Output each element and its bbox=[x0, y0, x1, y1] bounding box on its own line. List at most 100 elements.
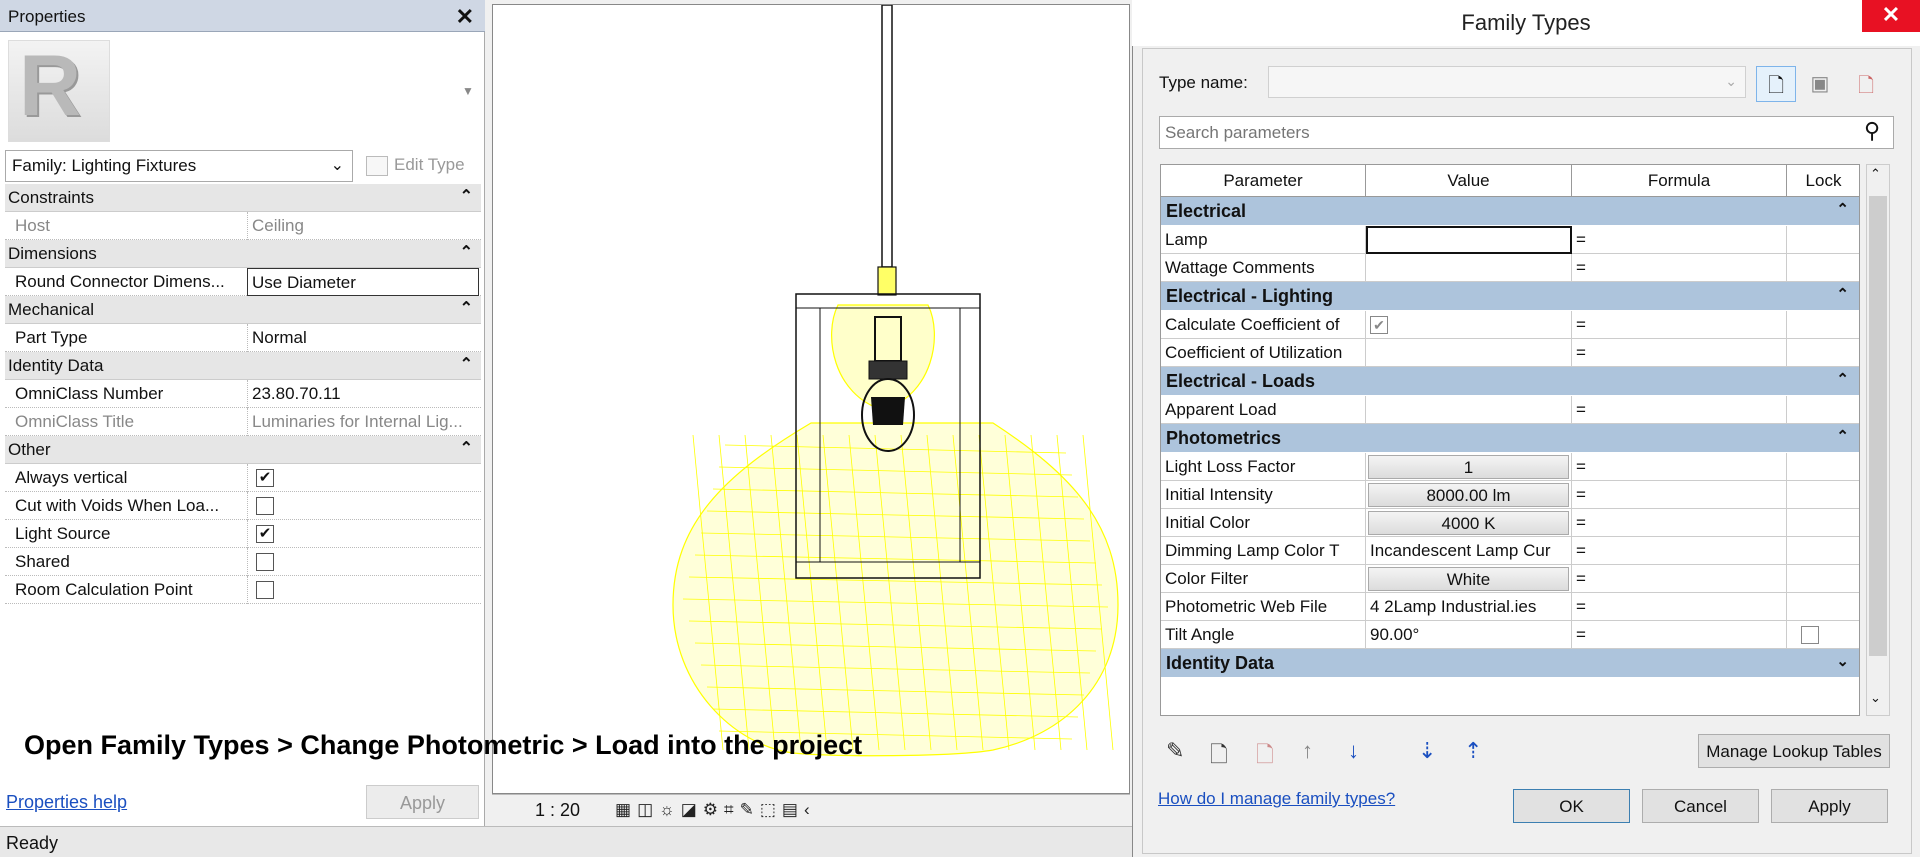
ok-button[interactable]: OK bbox=[1513, 789, 1630, 823]
parameter-lock[interactable] bbox=[1787, 593, 1859, 621]
lock-checkbox[interactable] bbox=[1801, 626, 1819, 644]
parameter-lock[interactable] bbox=[1787, 339, 1859, 367]
parameter-lock[interactable] bbox=[1787, 311, 1859, 339]
parameter-formula[interactable]: = bbox=[1572, 565, 1787, 593]
parameter-value[interactable]: ✔ bbox=[1366, 311, 1572, 339]
chevron-down-icon[interactable]: ▼ bbox=[462, 84, 474, 98]
parameter-value[interactable] bbox=[1366, 339, 1572, 367]
checkbox-unchecked[interactable] bbox=[256, 497, 274, 515]
scroll-down-icon[interactable]: ⌄ bbox=[1870, 690, 1881, 706]
cancel-button[interactable]: Cancel bbox=[1642, 789, 1759, 823]
manage-lookup-tables-button[interactable]: Manage Lookup Tables bbox=[1698, 734, 1890, 768]
parameter-lock[interactable] bbox=[1787, 621, 1859, 649]
sun-path-icon[interactable]: ☼ bbox=[659, 800, 681, 819]
dialog-close-icon[interactable]: ✕ bbox=[1862, 0, 1920, 32]
property-value[interactable]: Normal bbox=[247, 324, 479, 352]
parameter-lock[interactable] bbox=[1787, 453, 1859, 481]
parameter-value[interactable]: 4000 K bbox=[1366, 509, 1572, 537]
shadows-icon[interactable]: ◪ bbox=[681, 800, 703, 819]
render-icon[interactable]: ⚙ bbox=[703, 800, 724, 819]
column-header-formula[interactable]: Formula bbox=[1572, 165, 1787, 197]
parameter-lock[interactable] bbox=[1787, 565, 1859, 593]
property-value[interactable]: Ceiling bbox=[247, 212, 479, 240]
property-section-header[interactable]: Constraints ⌃ bbox=[5, 184, 481, 212]
parameter-formula[interactable]: = bbox=[1572, 339, 1787, 367]
parameter-group-header[interactable]: Photometrics ⌃ bbox=[1161, 424, 1859, 452]
parameter-lock[interactable] bbox=[1787, 537, 1859, 565]
parameter-value[interactable]: 1 bbox=[1366, 453, 1572, 481]
property-value[interactable]: 23.80.70.11 bbox=[247, 380, 479, 408]
parameter-value[interactable]: 4 2Lamp Industrial.ies bbox=[1366, 593, 1572, 621]
parameter-formula[interactable]: = bbox=[1572, 621, 1787, 649]
parameter-value[interactable]: 8000.00 lm bbox=[1366, 481, 1572, 509]
sort-descending-icon[interactable]: ⇡ bbox=[1464, 738, 1482, 764]
parameter-value[interactable] bbox=[1366, 254, 1572, 282]
drawing-viewport[interactable] bbox=[492, 4, 1130, 794]
property-section-header[interactable]: Dimensions ⌃ bbox=[5, 240, 481, 268]
visual-style-icon[interactable]: ◫ bbox=[637, 800, 659, 819]
edit-type-button[interactable]: Edit Type bbox=[362, 150, 480, 182]
parameter-formula[interactable]: = bbox=[1572, 254, 1787, 282]
value-button[interactable]: 1 bbox=[1368, 455, 1569, 479]
delete-parameter-icon[interactable]: 🗋 bbox=[1256, 738, 1274, 776]
move-up-icon[interactable]: ↑ bbox=[1302, 738, 1313, 764]
parameter-formula[interactable]: = bbox=[1572, 593, 1787, 621]
parameter-lock[interactable] bbox=[1787, 226, 1859, 254]
family-select[interactable]: Family: Lighting Fixtures ⌄ bbox=[5, 150, 353, 182]
checkbox-checked[interactable]: ✔ bbox=[1370, 316, 1388, 334]
value-button[interactable]: 4000 K bbox=[1368, 511, 1569, 535]
search-icon[interactable]: ⚲ bbox=[1864, 118, 1880, 144]
rename-type-icon[interactable]: ▣ bbox=[1800, 66, 1840, 102]
parameter-value[interactable] bbox=[1366, 396, 1572, 424]
parameter-value[interactable]: 90.00° bbox=[1366, 621, 1572, 649]
column-header-lock[interactable]: Lock bbox=[1787, 165, 1859, 197]
collapse-icon[interactable]: ⌃ bbox=[460, 438, 473, 458]
collapse-icon[interactable]: ⌃ bbox=[460, 242, 473, 262]
property-value[interactable]: Use Diameter bbox=[247, 268, 479, 296]
temporary-hide-icon[interactable]: ✎ bbox=[740, 800, 760, 819]
collapse-icon[interactable]: ⌃ bbox=[1836, 370, 1849, 388]
column-header-value[interactable]: Value bbox=[1366, 165, 1572, 197]
collapse-icon[interactable]: ⌃ bbox=[1836, 427, 1849, 445]
new-type-icon[interactable]: 🗋 bbox=[1756, 66, 1796, 102]
collapse-icon[interactable]: ⌃ bbox=[460, 186, 473, 206]
parameter-formula[interactable]: = bbox=[1572, 396, 1787, 424]
checkbox-checked[interactable]: ✔ bbox=[256, 525, 274, 543]
collapse-icon[interactable]: ⌃ bbox=[460, 298, 473, 318]
property-value[interactable]: Luminaries for Internal Lig... bbox=[247, 408, 479, 436]
collapse-icon[interactable]: ⌃ bbox=[1836, 285, 1849, 303]
dialog-apply-button[interactable]: Apply bbox=[1771, 789, 1888, 823]
parameter-formula[interactable]: = bbox=[1572, 226, 1787, 254]
parameter-formula[interactable]: = bbox=[1572, 453, 1787, 481]
parameter-group-header[interactable]: Electrical - Loads ⌃ bbox=[1161, 367, 1859, 395]
value-button[interactable]: 8000.00 lm bbox=[1368, 483, 1569, 507]
grid-scrollbar-thumb[interactable] bbox=[1869, 196, 1887, 656]
search-parameters-input[interactable] bbox=[1159, 116, 1894, 149]
parameter-group-header[interactable]: Electrical ⌃ bbox=[1161, 197, 1859, 225]
parameter-formula[interactable]: = bbox=[1572, 509, 1787, 537]
type-selector-image[interactable]: R bbox=[8, 38, 110, 142]
edit-parameter-icon[interactable]: ✎ bbox=[1166, 738, 1184, 764]
close-icon[interactable]: ✕ bbox=[456, 4, 474, 30]
checkbox-unchecked[interactable] bbox=[256, 553, 274, 571]
collapse-icon[interactable]: ⌃ bbox=[460, 354, 473, 374]
parameter-group-header[interactable]: Identity Data ⌄ bbox=[1161, 649, 1859, 677]
type-name-select[interactable]: ⌄ bbox=[1268, 66, 1746, 98]
parameter-group-header[interactable]: Electrical - Lighting ⌃ bbox=[1161, 282, 1859, 310]
property-section-header[interactable]: Identity Data ⌃ bbox=[5, 352, 481, 380]
property-section-header[interactable]: Mechanical ⌃ bbox=[5, 296, 481, 324]
parameter-lock[interactable] bbox=[1787, 396, 1859, 424]
expand-icon[interactable]: ⌄ bbox=[1836, 652, 1849, 670]
parameter-lock[interactable] bbox=[1787, 254, 1859, 282]
family-types-help-link[interactable]: How do I manage family types? bbox=[1158, 789, 1395, 809]
apply-button[interactable]: Apply bbox=[366, 785, 479, 819]
parameter-lock[interactable] bbox=[1787, 509, 1859, 537]
properties-help-link[interactable]: Properties help bbox=[6, 792, 127, 813]
parameter-value[interactable]: White bbox=[1366, 565, 1572, 593]
column-header-parameter[interactable]: Parameter bbox=[1161, 165, 1366, 197]
reveal-icon[interactable]: ⬚ bbox=[760, 800, 782, 819]
collapse-icon[interactable]: ⌃ bbox=[1836, 200, 1849, 218]
move-down-icon[interactable]: ↓ bbox=[1348, 738, 1359, 764]
parameter-value[interactable] bbox=[1366, 226, 1572, 254]
sort-ascending-icon[interactable]: ⇣ bbox=[1418, 738, 1436, 764]
